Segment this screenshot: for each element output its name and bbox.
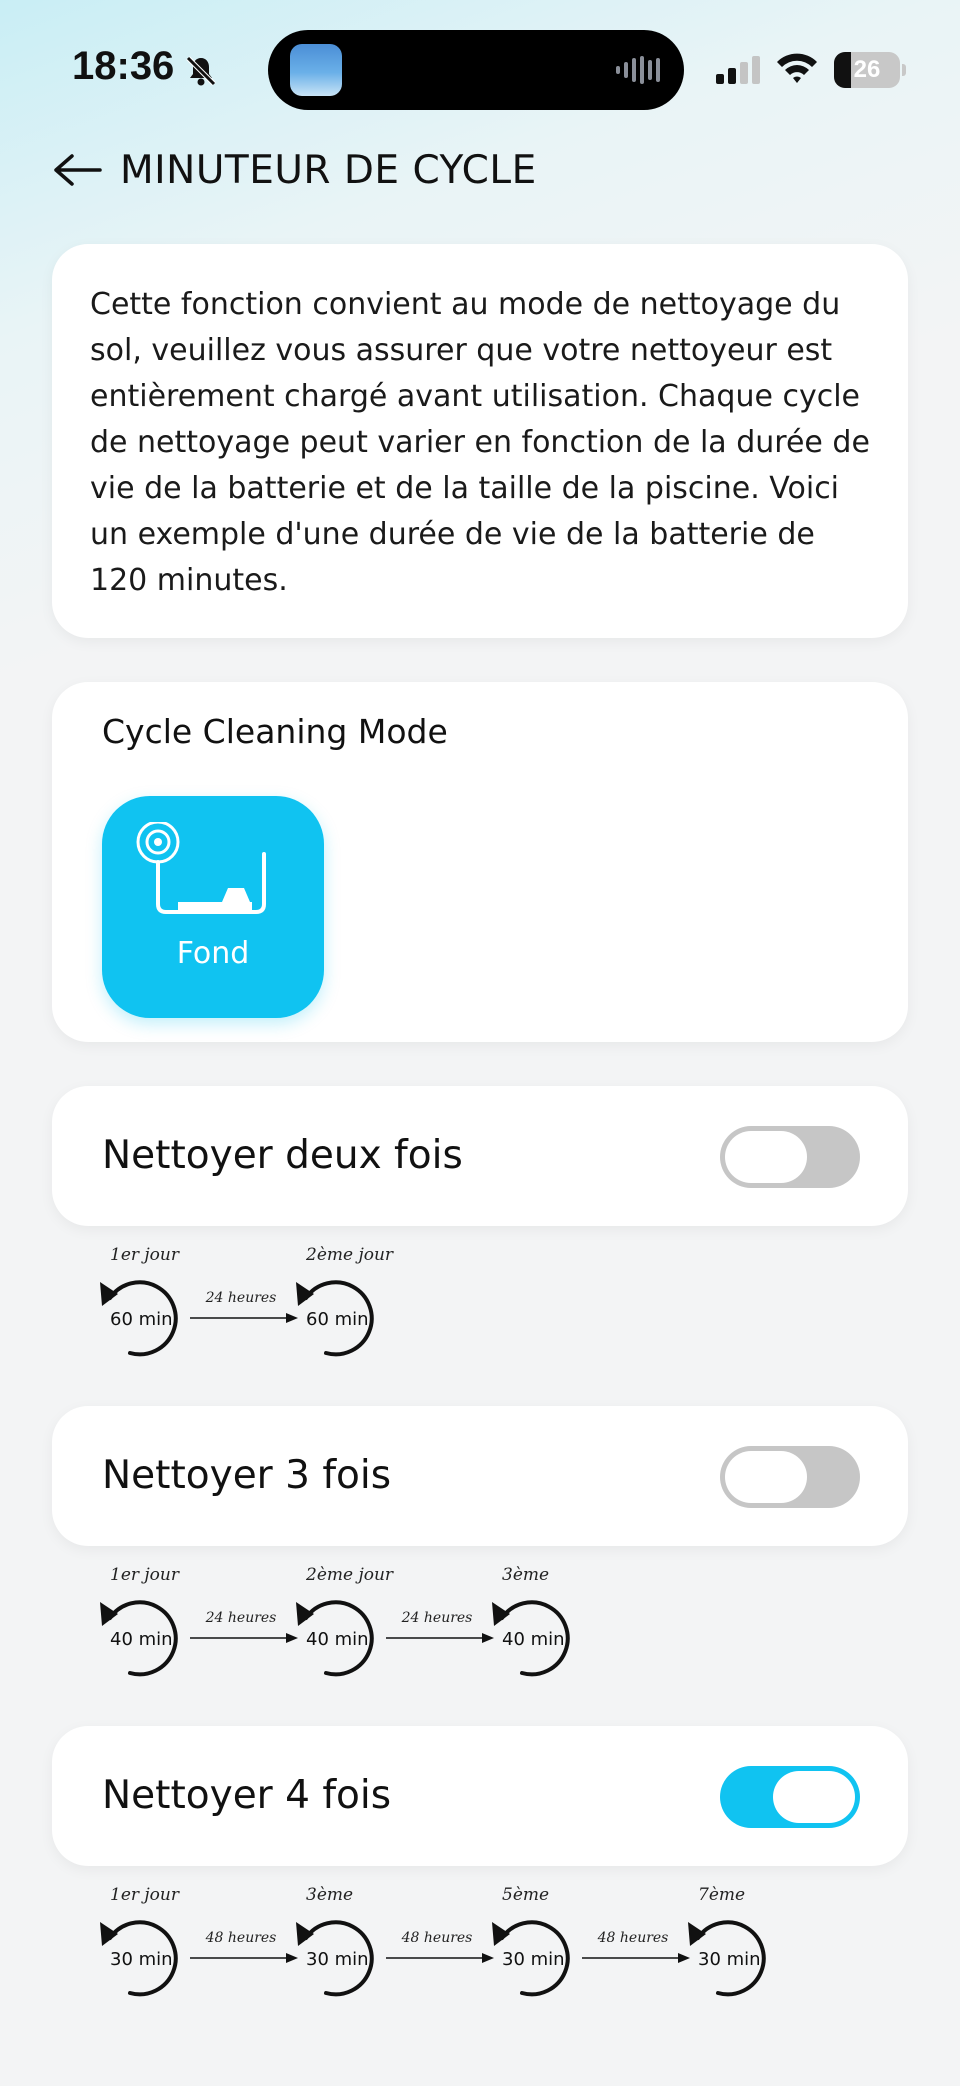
battery-icon: 26 <box>834 52 906 88</box>
interval-arrow-head <box>286 1633 298 1643</box>
app-icon <box>290 44 342 96</box>
interval-arrow-head <box>286 1953 298 1963</box>
interval-label: 24 heures <box>205 1290 277 1306</box>
day-label: 1er jour <box>110 1885 180 1905</box>
interval-label: 24 heures <box>205 1610 277 1626</box>
mode-title: Cycle Cleaning Mode <box>102 712 448 751</box>
status-bar: 18:36 26 <box>0 30 960 110</box>
schedule-diagram-3-times: 1er jour 40 min. 2ème jour 40 min. 3ème 40 mi… <box>60 1560 860 1690</box>
schedule-diagram-4-times: 1er jour 30 min. 3ème 30 min. 5ème 30 min. 7èm… <box>60 1880 860 2010</box>
duration-label: 60 min. <box>306 1309 374 1330</box>
cellular-signal-icon <box>716 56 760 84</box>
cycle-arrow-head <box>492 1922 510 1946</box>
toggle-switch[interactable] <box>720 1766 860 1828</box>
wifi-icon <box>777 53 817 83</box>
option-card-4-times: Nettoyer 4 fois <box>52 1726 908 1866</box>
duration-label: 30 min. <box>698 1949 766 1970</box>
duration-label: 40 min. <box>306 1629 374 1650</box>
day-label: 3ème <box>306 1885 353 1905</box>
duration-label: 60 min. <box>110 1309 178 1330</box>
cleaning-mode-card: Cycle Cleaning Mode Fond <box>52 682 908 1042</box>
cycle-arrow-head <box>100 1282 118 1306</box>
duration-label: 30 min. <box>306 1949 374 1970</box>
cycle-arrow-head <box>688 1922 706 1946</box>
toggle-switch[interactable] <box>720 1446 860 1508</box>
pool-floor-icon <box>136 822 266 914</box>
interval-arrow-head <box>482 1633 494 1643</box>
interval-arrow-head <box>286 1313 298 1323</box>
interval-label: 48 heures <box>597 1930 669 1946</box>
interval-label: 48 heures <box>401 1930 473 1946</box>
cycle-arrow-head <box>296 1602 314 1626</box>
day-label: 3ème <box>502 1565 549 1585</box>
schedule-diagram-svg: 1er jour 60 min. 2ème jour 60 min. 24 heures <box>100 1245 394 1357</box>
duration-label: 30 min. <box>110 1949 178 1970</box>
interval-arrow-head <box>482 1953 494 1963</box>
interval-label: 24 heures <box>401 1610 473 1626</box>
schedule-diagram-twice: 1er jour 60 min. 2ème jour 60 min. 24 heures <box>60 1240 860 1370</box>
day-label: 1er jour <box>110 1565 180 1585</box>
cycle-arrow-head <box>296 1922 314 1946</box>
dynamic-island <box>268 30 684 110</box>
bell-off-icon <box>186 56 216 86</box>
mode-tile-label: Fond <box>176 936 250 971</box>
day-label: 5ème <box>502 1885 549 1905</box>
day-label: 2ème jour <box>305 1245 394 1265</box>
toggle-switch[interactable] <box>720 1126 860 1188</box>
audio-wave-icon <box>616 56 660 84</box>
option-card-3-times: Nettoyer 3 fois <box>52 1406 908 1546</box>
option-label: Nettoyer deux fois <box>102 1133 463 1178</box>
info-text: Cette fonction convient au mode de netto… <box>90 287 870 598</box>
option-label: Nettoyer 4 fois <box>102 1773 392 1818</box>
info-card: Cette fonction convient au mode de netto… <box>52 244 908 638</box>
header: MINUTEUR DE CYCLE <box>50 140 537 200</box>
interval-arrow-head <box>678 1953 690 1963</box>
battery-percent: 26 <box>853 56 881 83</box>
back-arrow-icon[interactable] <box>50 150 102 190</box>
day-label: 2ème jour <box>305 1565 394 1585</box>
mode-floor-button[interactable]: Fond <box>102 796 324 1018</box>
duration-label: 40 min. <box>110 1629 178 1650</box>
day-label: 7ème <box>698 1885 745 1905</box>
cycle-arrow-head <box>100 1602 118 1626</box>
cycle-arrow-head <box>100 1922 118 1946</box>
schedule-diagram-svg: 1er jour 40 min. 2ème jour 40 min. 3ème 40 mi… <box>100 1565 570 1677</box>
interval-label: 48 heures <box>205 1930 277 1946</box>
duration-label: 30 min. <box>502 1949 570 1970</box>
option-label: Nettoyer 3 fois <box>102 1453 392 1498</box>
day-label: 1er jour <box>110 1245 180 1265</box>
page-title: MINUTEUR DE CYCLE <box>120 147 537 193</box>
option-card-twice: Nettoyer deux fois <box>52 1086 908 1226</box>
cycle-arrow-head <box>296 1282 314 1306</box>
cycle-arrow-head <box>492 1602 510 1626</box>
duration-label: 40 min. <box>502 1629 570 1650</box>
status-time: 18:36 <box>72 44 175 88</box>
schedule-diagram-svg: 1er jour 30 min. 3ème 30 min. 5ème 30 min. 7èm… <box>100 1885 766 1997</box>
